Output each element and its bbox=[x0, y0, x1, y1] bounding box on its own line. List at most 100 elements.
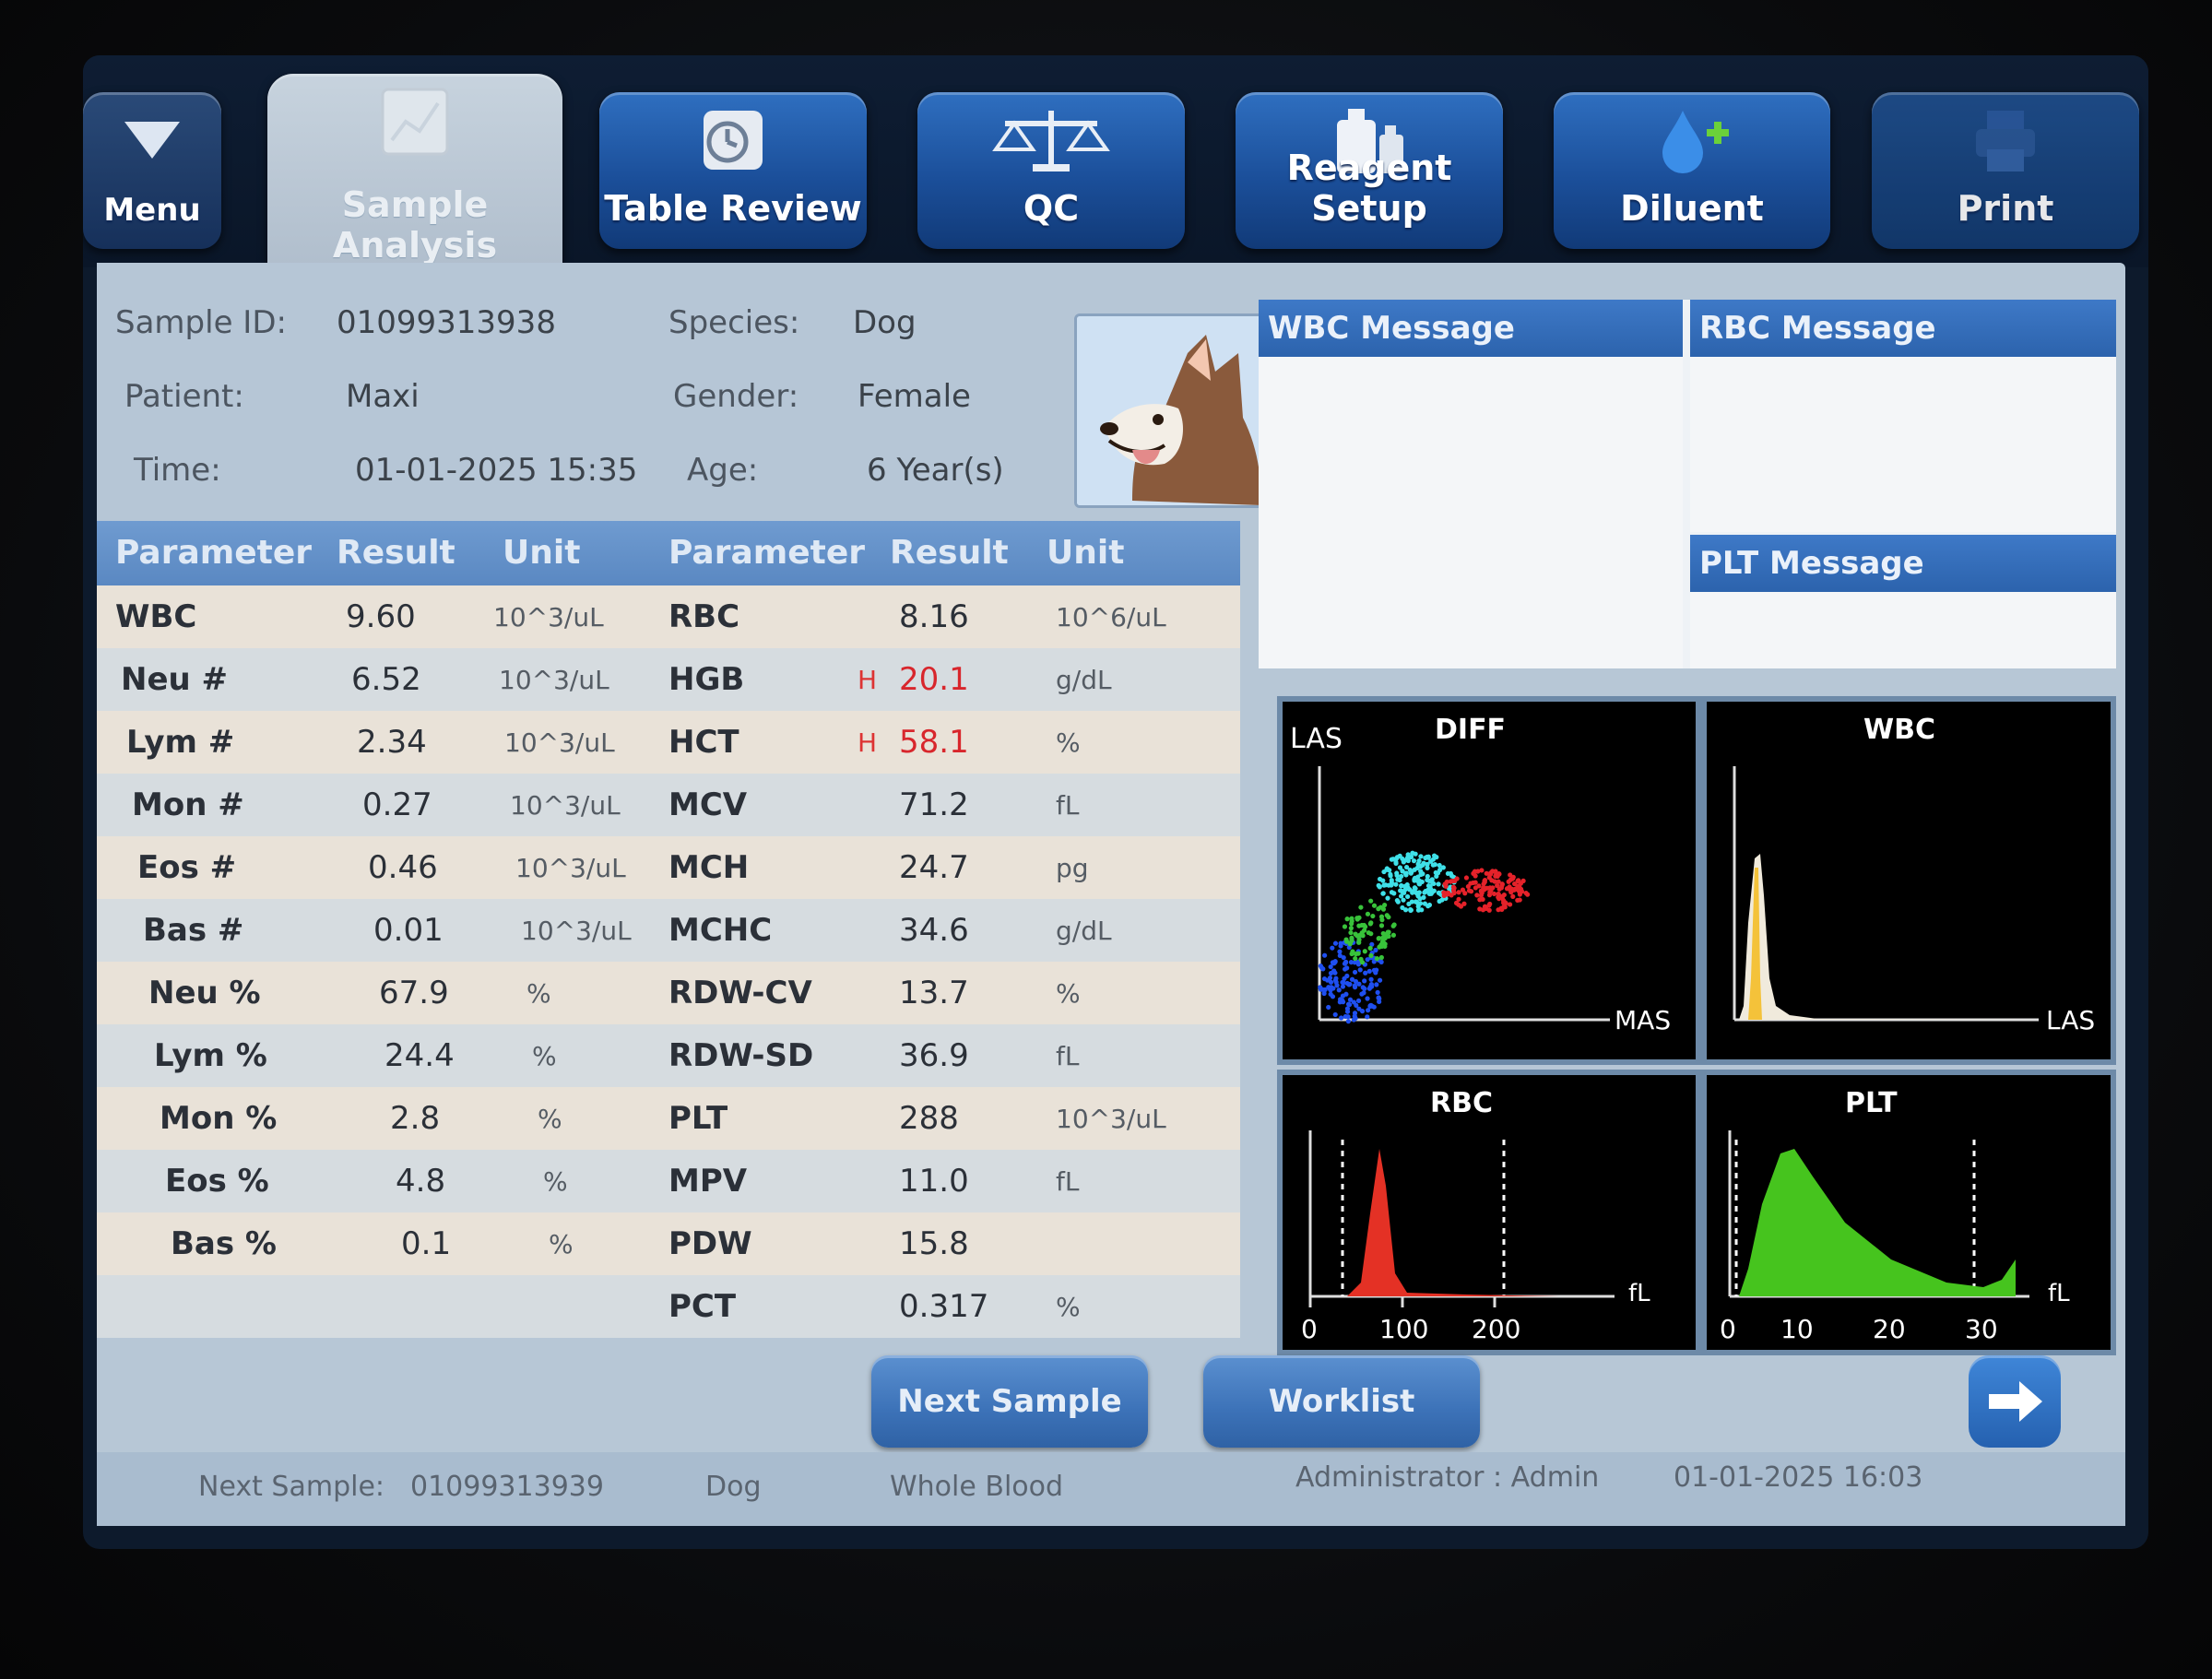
diff-dot bbox=[1461, 901, 1467, 906]
result-value: 0.46 bbox=[368, 849, 438, 886]
diff-dot bbox=[1506, 879, 1511, 884]
diff-scattergram: LAS DIFF MAS bbox=[1277, 696, 1701, 1065]
diff-dot bbox=[1374, 982, 1379, 987]
next-sample-button[interactable]: Next Sample bbox=[871, 1355, 1148, 1448]
diff-dot bbox=[1426, 902, 1433, 908]
chart-icon bbox=[267, 85, 562, 159]
table-row: Mon % 2.8% PLT 288 10^3/uL bbox=[97, 1087, 1240, 1150]
tab-sample-analysis[interactable]: Sample Analysis bbox=[267, 74, 562, 286]
parameter-name: Mon % bbox=[160, 1100, 278, 1137]
result-value: 2.34 bbox=[357, 724, 427, 761]
diff-dot bbox=[1321, 975, 1328, 982]
result-value: 0.317 bbox=[899, 1288, 989, 1325]
diff-dot bbox=[1353, 955, 1358, 962]
diff-dot bbox=[1368, 976, 1374, 982]
sample-analysis-panel: Sample ID: 01099313938 Patient: Maxi Tim… bbox=[97, 263, 2125, 1526]
tab-reagent-setup[interactable]: Reagent Setup bbox=[1236, 92, 1503, 249]
diff-dot bbox=[1496, 907, 1501, 913]
diff-dot bbox=[1394, 897, 1400, 904]
diff-dot bbox=[1400, 890, 1405, 895]
diff-dot bbox=[1359, 929, 1365, 936]
result-value: 15.8 bbox=[899, 1225, 969, 1262]
diff-dot bbox=[1359, 991, 1365, 997]
diff-dot bbox=[1507, 884, 1512, 890]
diff-dot bbox=[1386, 933, 1391, 940]
worklist-button[interactable]: Worklist bbox=[1203, 1355, 1480, 1448]
diff-dot bbox=[1359, 1009, 1366, 1014]
next-page-button[interactable] bbox=[1969, 1355, 2061, 1448]
rbc-tick-200: 200 bbox=[1472, 1314, 1520, 1344]
unit: 10^6/uL bbox=[1056, 602, 1166, 633]
rbc-hist-unit: fL bbox=[1628, 1280, 1650, 1307]
unit: g/dL bbox=[1056, 665, 1112, 695]
diff-dot bbox=[1330, 945, 1335, 951]
plt-message-header: PLT Message bbox=[1690, 535, 2116, 592]
diff-dot bbox=[1419, 907, 1425, 913]
next-sample-species: Dog bbox=[705, 1471, 762, 1503]
next-sample-id: 01099313939 bbox=[410, 1471, 604, 1503]
diff-dot bbox=[1418, 854, 1424, 859]
diff-dot bbox=[1362, 986, 1367, 991]
table-row: Lym % 24.4% RDW-SD 36.9 fL bbox=[97, 1024, 1240, 1087]
diff-dot bbox=[1343, 966, 1348, 972]
tab-table-review-label: Table Review bbox=[604, 188, 862, 229]
result-value: 6.52 bbox=[351, 661, 421, 698]
diff-dot bbox=[1390, 857, 1396, 862]
diff-dot bbox=[1448, 870, 1453, 877]
diff-dot bbox=[1437, 898, 1442, 905]
diff-dot bbox=[1454, 876, 1460, 881]
sample-id-label: Sample ID: bbox=[115, 304, 287, 341]
diff-dot bbox=[1368, 920, 1374, 926]
table-row: PCT 0.317% bbox=[97, 1275, 1240, 1338]
plt-tick-30: 30 bbox=[1965, 1314, 1998, 1344]
diff-dot bbox=[1354, 916, 1360, 921]
tab-qc[interactable]: QC bbox=[917, 92, 1185, 249]
tab-diluent[interactable]: Diluent bbox=[1554, 92, 1830, 249]
diff-dot bbox=[1343, 937, 1349, 942]
result-value: 8.16 bbox=[899, 598, 969, 635]
parameter-name: RDW-SD bbox=[668, 1037, 814, 1074]
tab-print-label: Print bbox=[1957, 188, 2054, 229]
parameter-name: Neu # bbox=[121, 661, 229, 698]
parameter-name: Lym # bbox=[126, 724, 235, 761]
diff-dot bbox=[1336, 987, 1342, 993]
wbc-histogram: WBC LAS bbox=[1701, 696, 2116, 1065]
diff-dot bbox=[1507, 902, 1513, 907]
parameter-name: PLT bbox=[668, 1100, 728, 1137]
logged-user: Administrator : Admin bbox=[1295, 1461, 1600, 1494]
table-body: WBC 9.60 10^3/uL RBC 8.16 10^6/uL Neu # 6.52 10^… bbox=[97, 585, 1240, 1338]
diff-dot bbox=[1367, 945, 1373, 951]
diff-dot bbox=[1368, 898, 1374, 904]
diff-dot bbox=[1378, 914, 1385, 919]
unit: % bbox=[1056, 727, 1081, 758]
diff-dot bbox=[1358, 956, 1364, 963]
diff-dot bbox=[1422, 901, 1428, 906]
diff-dot bbox=[1332, 1011, 1338, 1018]
parameter-name: Eos # bbox=[137, 849, 237, 886]
diff-dot bbox=[1412, 885, 1417, 891]
tab-table-review[interactable]: Table Review bbox=[599, 92, 867, 249]
tab-print[interactable]: Print bbox=[1872, 92, 2139, 249]
parameter-name: MPV bbox=[668, 1163, 748, 1200]
result-value: 34.6 bbox=[899, 912, 969, 949]
diff-dot bbox=[1511, 881, 1518, 887]
diff-dot bbox=[1482, 880, 1487, 885]
flag: H bbox=[858, 727, 878, 758]
plt-tick-0: 0 bbox=[1720, 1314, 1736, 1344]
diff-dot bbox=[1442, 881, 1448, 887]
table-row: Lym # 2.34 10^3/uL HCT H 58.1% bbox=[97, 711, 1240, 774]
diff-dot bbox=[1328, 970, 1334, 976]
diff-dot bbox=[1408, 907, 1414, 914]
diff-dot bbox=[1357, 967, 1363, 973]
unit: 10^3/uL bbox=[510, 790, 621, 821]
diff-dot bbox=[1342, 924, 1348, 929]
diff-dot bbox=[1358, 905, 1364, 910]
diff-dot bbox=[1348, 926, 1354, 931]
diff-dot bbox=[1378, 954, 1384, 961]
diff-dot bbox=[1456, 896, 1461, 902]
result-value: 13.7 bbox=[899, 975, 969, 1011]
unit: g/dL bbox=[1056, 916, 1112, 946]
menu-button[interactable]: Menu bbox=[83, 92, 221, 249]
eosinophil-cluster bbox=[1441, 868, 1531, 913]
parameter-name: Lym % bbox=[154, 1037, 267, 1074]
